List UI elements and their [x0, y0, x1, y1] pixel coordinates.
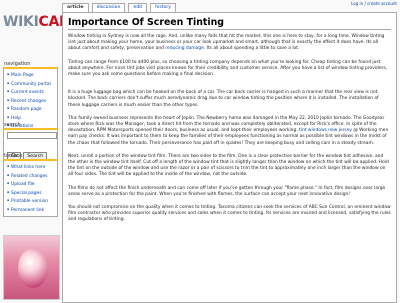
article-content: Importance Of Screen Tinting Window tint… [62, 12, 397, 303]
tint-windows-link[interactable]: tint windows new jersey [299, 128, 352, 133]
tab-discussion[interactable]: discussion [91, 3, 126, 12]
nav-item-help[interactable]: Help [7, 114, 55, 123]
toolbox-list: What links here Related changes Upload f… [3, 159, 58, 217]
toolbox-item-printable-version[interactable]: Printable version [7, 197, 55, 206]
paragraph-6: The films do not affect the finish under… [68, 185, 386, 197]
tab-history[interactable]: history [150, 3, 177, 12]
page-title: Importance Of Screen Tinting [68, 17, 391, 30]
search-input[interactable] [7, 132, 57, 139]
toolbox-item-permanent-link[interactable]: Permanent link [7, 206, 55, 215]
advert-graphic [18, 248, 48, 288]
nav-item-random-page[interactable]: Random page [7, 105, 55, 114]
toolbox-portlet: toolbox What links here Related changes … [3, 153, 58, 217]
paragraph-5: Next, unroll a portion of the window tin… [68, 153, 389, 178]
tab-edit[interactable]: edit [128, 3, 148, 12]
toolbox-item-upload-file[interactable]: Upload file [7, 180, 55, 189]
paragraph-2: Tinting can range from $100 to $400 plus… [68, 59, 388, 78]
personal-tools: Log in / create account [351, 1, 397, 6]
reducing-damage-link[interactable]: reducing damage [165, 46, 204, 51]
paragraph-1-tail: . Its all about spending a little to sav… [203, 46, 300, 52]
sidebar-advert-image[interactable] [3, 235, 60, 300]
paragraph-1: Window tinting in Sydney is now all the … [68, 34, 391, 53]
nav-item-current-events[interactable]: Current events [7, 88, 55, 97]
paragraph-7: You should not compromise on the quality… [68, 205, 391, 223]
toolbox-item-related-changes[interactable]: Related changes [7, 172, 55, 181]
site-logo[interactable]: WIKICARS [0, 0, 80, 60]
paragraph-3: It is a huge luggage bag which can be ho… [68, 90, 379, 108]
toolbox-item-what-links-here[interactable]: What links here [7, 163, 55, 172]
nav-item-main-page[interactable]: Main Page [7, 71, 55, 80]
toolbox-item-special-pages[interactable]: Special pages [7, 189, 55, 198]
login-link[interactable]: Log in / create account [351, 1, 397, 6]
nav-item-community-portal[interactable]: Community portal [7, 80, 55, 89]
nav-item-recent-changes[interactable]: Recent changes [7, 97, 55, 106]
paragraph-4: This family owned business represents th… [68, 116, 391, 147]
logo-text-wiki: WIKI [3, 14, 39, 30]
